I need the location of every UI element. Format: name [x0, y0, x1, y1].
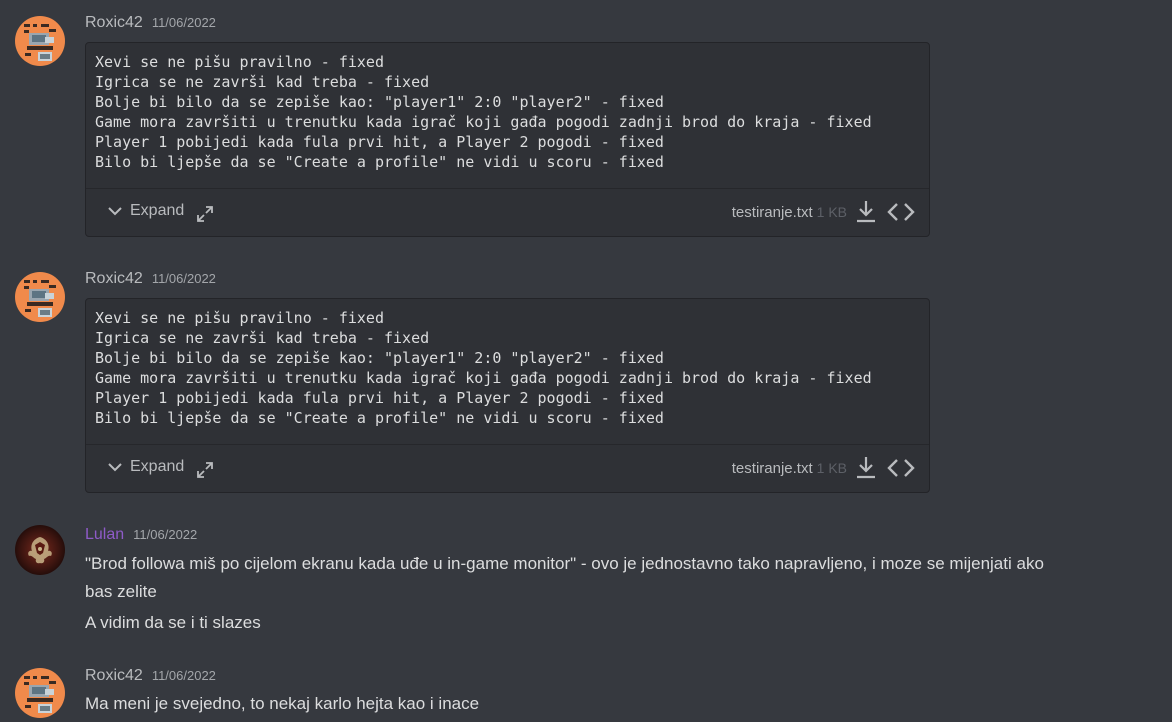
timestamp: 11/06/2022	[151, 15, 216, 30]
message-text: "Brod followa miš po cijelom ekranu kada…	[85, 554, 1044, 573]
username[interactable]: Roxic42	[85, 667, 143, 685]
preview-line: Igrica se ne završi kad treba - fixed	[95, 73, 430, 91]
expand-label: Expand	[130, 202, 185, 219]
pixel-art-avatar-icon	[15, 668, 65, 718]
file-info: testiranje.txt 1 KB	[732, 204, 847, 221]
file-name[interactable]: testiranje.txt	[732, 460, 813, 477]
file-info: testiranje.txt 1 KB	[732, 460, 847, 477]
dragon-sigil-avatar-icon	[15, 525, 65, 575]
avatar-roxic42[interactable]	[15, 668, 65, 718]
expand-button[interactable]: Expand	[106, 458, 184, 476]
preview-line: Bilo bi ljepše da se "Create a profile" …	[95, 153, 664, 171]
pixel-art-avatar-icon	[15, 16, 65, 66]
expand-button[interactable]: Expand	[106, 202, 184, 220]
avatar-lulan[interactable]	[15, 525, 65, 575]
file-size: 1 KB	[816, 204, 847, 220]
download-icon[interactable]	[855, 199, 877, 225]
preview-line: Player 1 pobijedi kada fula prvi hit, a …	[95, 133, 664, 151]
preview-line: Igrica se ne završi kad treba - fixed	[95, 329, 430, 347]
text-file-attachment: Xevi se ne pišu pravilno - fixed Igrica s…	[85, 298, 930, 493]
preview-line: Game mora završiti u trenutku kada igrač…	[95, 113, 872, 131]
text-file-attachment: Xevi se ne pišu pravilno - fixed Igrica s…	[85, 42, 930, 237]
timestamp: 11/06/2022	[151, 271, 216, 286]
chevron-down-icon	[108, 463, 122, 472]
preview-line: Xevi se ne pišu pravilno - fixed	[95, 53, 384, 71]
preview-line: Bolje bi bilo da se zepiše kao: "player1…	[95, 349, 664, 367]
preview-line: Player 1 pobijedi kada fula prvi hit, a …	[95, 389, 664, 407]
message-text: A vidim da se i ti slazes	[85, 613, 261, 632]
divider	[86, 444, 929, 445]
avatar-roxic42[interactable]	[15, 272, 65, 322]
timestamp: 11/06/2022	[151, 668, 216, 683]
download-icon[interactable]	[855, 455, 877, 481]
preview-line: Bolje bi bilo da se zepiše kao: "player1…	[95, 93, 664, 111]
fullscreen-icon[interactable]	[196, 205, 214, 223]
file-preview: Xevi se ne pišu pravilno - fixed Igrica s…	[95, 52, 872, 172]
file-preview: Xevi se ne pišu pravilno - fixed Igrica s…	[95, 308, 872, 428]
pixel-art-avatar-icon	[15, 272, 65, 322]
message-text: bas zelite	[85, 582, 157, 601]
code-icon[interactable]	[887, 201, 915, 223]
username[interactable]: Roxic42	[85, 270, 143, 288]
chevron-down-icon	[108, 207, 122, 216]
file-size: 1 KB	[816, 460, 847, 476]
preview-line: Bilo bi ljepše da se "Create a profile" …	[95, 409, 664, 427]
file-name[interactable]: testiranje.txt	[732, 204, 813, 221]
preview-line: Xevi se ne pišu pravilno - fixed	[95, 309, 384, 327]
timestamp: 11/06/2022	[133, 527, 198, 542]
username[interactable]: Lulan	[85, 526, 124, 544]
expand-label: Expand	[130, 458, 185, 475]
code-icon[interactable]	[887, 457, 915, 479]
preview-line: Game mora završiti u trenutku kada igrač…	[95, 369, 872, 387]
fullscreen-icon[interactable]	[196, 461, 214, 479]
avatar-roxic42[interactable]	[15, 16, 65, 66]
message-text: Ma meni je svejedno, to nekaj karlo hejt…	[85, 694, 480, 713]
username[interactable]: Roxic42	[85, 14, 143, 32]
divider	[86, 188, 929, 189]
